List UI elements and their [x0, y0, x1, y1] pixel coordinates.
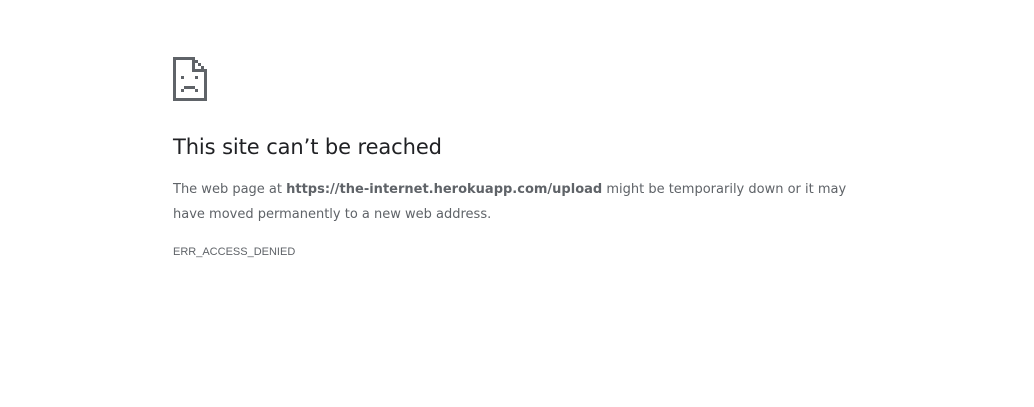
error-heading: This site can’t be reached: [173, 135, 442, 159]
error-code: ERR_ACCESS_DENIED: [173, 246, 296, 258]
sad-page-icon: [173, 57, 207, 101]
error-description: The web page at https://the-internet.her…: [173, 177, 863, 227]
unreachable-url: https://the-internet.herokuapp.com/uploa…: [286, 182, 603, 197]
error-page-content: This site can’t be reached The web page …: [173, 57, 873, 259]
description-prefix: The web page at: [173, 182, 287, 197]
